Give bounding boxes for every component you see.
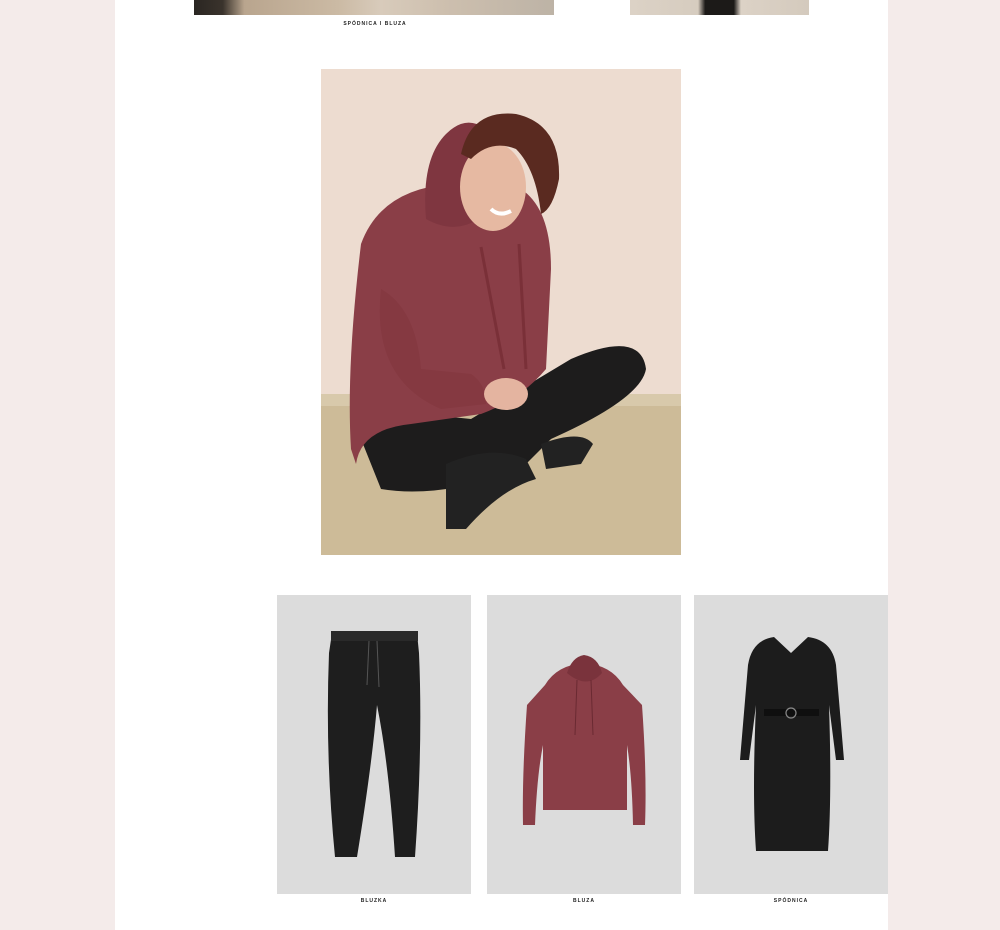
product-card-hoodie[interactable] — [487, 595, 681, 894]
lookbook-page: SPÓDNICA I BLUZA BLUZKA BLUZA SPÓDNICA — [115, 0, 888, 930]
lookbook-image-top-left[interactable] — [194, 0, 554, 15]
product-caption-hoodie[interactable]: BLUZA — [487, 898, 681, 904]
product-card-dress[interactable] — [694, 595, 888, 894]
product-caption-pants[interactable]: BLUZKA — [277, 898, 471, 904]
lookbook-image-top-right[interactable] — [630, 0, 809, 15]
product-card-pants[interactable] — [277, 595, 471, 894]
caption-top-left[interactable]: SPÓDNICA I BLUZA — [333, 21, 417, 27]
product-caption-dress[interactable]: SPÓDNICA — [694, 898, 888, 904]
hero-image-hoodie-model[interactable] — [321, 69, 681, 555]
